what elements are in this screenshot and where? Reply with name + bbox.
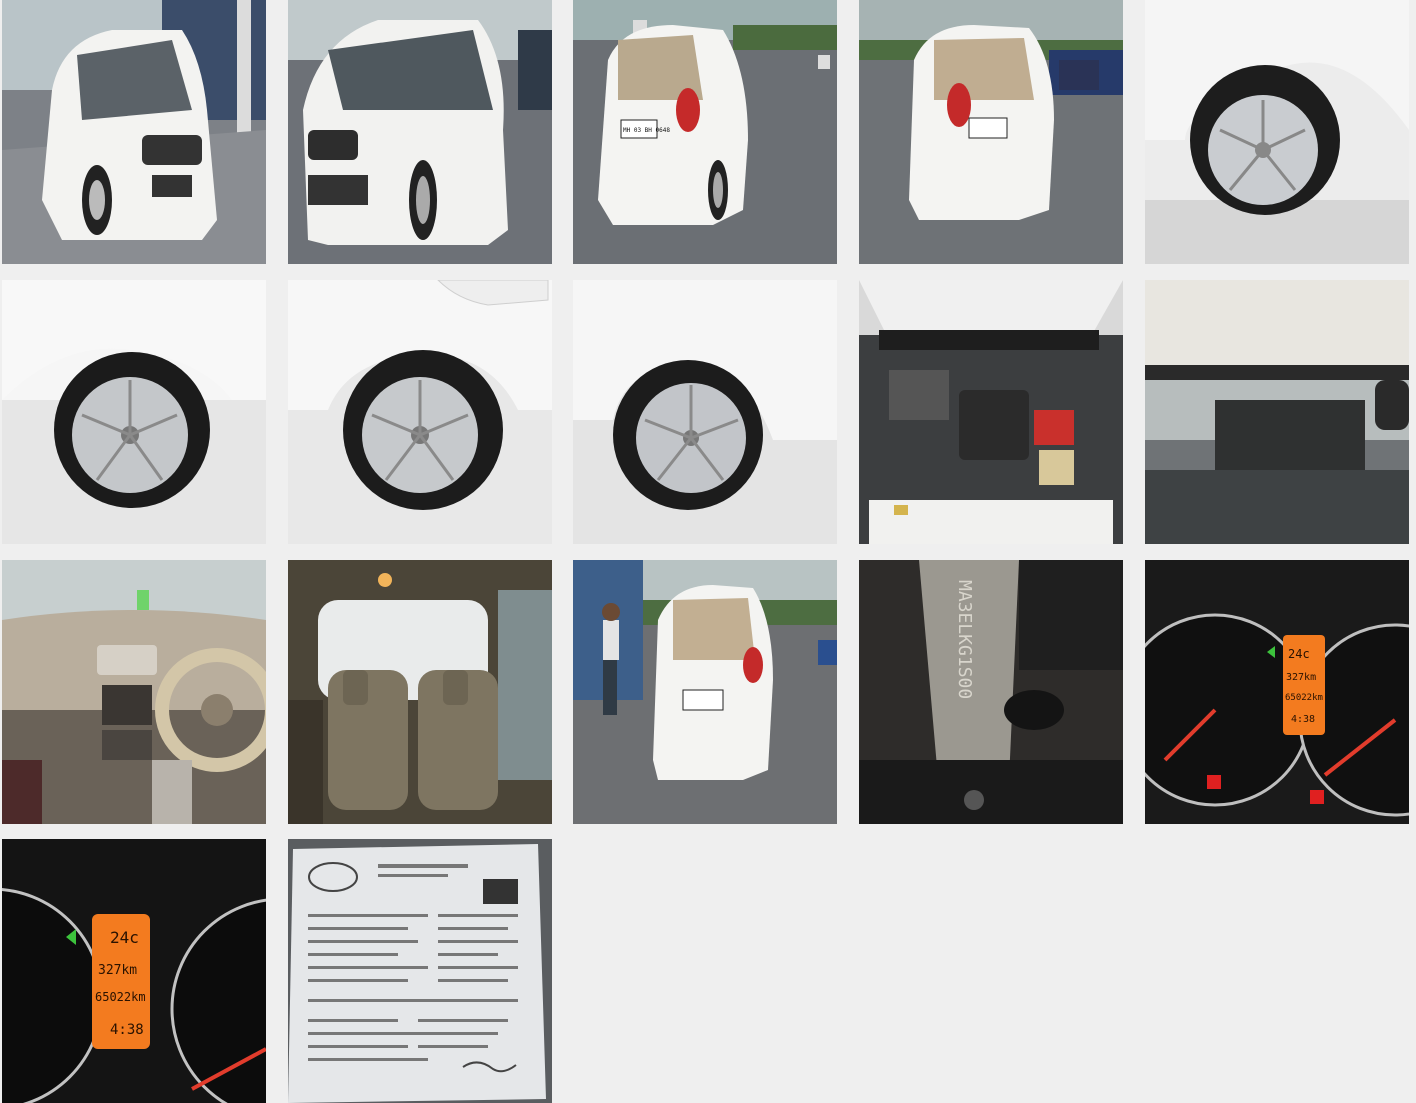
cluster-image: 24c 327km 65022km 4:38 <box>1145 560 1409 824</box>
car-front-left-image <box>2 0 266 264</box>
photo-thumbnail-dashboard-interior[interactable] <box>2 560 266 824</box>
underbody-image <box>1145 280 1409 544</box>
cluster-temperature: 24c <box>1288 647 1310 661</box>
photo-thumbnail-front-right-exterior[interactable] <box>288 0 552 264</box>
photo-thumbnail-rear-exterior-with-person[interactable] <box>573 560 837 824</box>
photo-thumbnail-rear-right-wheel[interactable] <box>573 280 837 544</box>
cluster-range: 327km <box>1286 672 1316 683</box>
chassis-stamp-image: MA3ELKG1S00 <box>859 560 1123 824</box>
photo-thumbnail-odometer-closeup[interactable]: 24c 327km 65022km 4:38 <box>2 839 266 1103</box>
photo-thumbnail-front-left-wheel[interactable] <box>2 280 266 544</box>
rear-seats-image <box>288 560 552 824</box>
document-image <box>288 839 552 1103</box>
odometer-temperature: 24c <box>110 928 139 947</box>
car-rear-image <box>859 0 1123 264</box>
odometer-value: 65022km <box>95 990 146 1004</box>
odometer-range: 327km <box>98 963 137 978</box>
odometer-image: 24c 327km 65022km 4:38 <box>2 839 266 1103</box>
photo-thumbnail-rear-seats-interior[interactable] <box>288 560 552 824</box>
photo-thumbnail-front-left-exterior[interactable] <box>2 0 266 264</box>
cluster-odometer: 65022km <box>1285 693 1323 703</box>
photo-thumbnail-rear-left-exterior[interactable]: MH 03 BH 0648 <box>573 0 837 264</box>
chassis-number-text: MA3ELKG1S00 <box>954 580 975 699</box>
photo-thumbnail-front-right-wheel[interactable] <box>1145 0 1409 264</box>
car-rear-person-image <box>573 560 837 824</box>
photo-thumbnail-registration-document[interactable] <box>288 839 552 1103</box>
photo-thumbnail-underbody[interactable] <box>1145 280 1409 544</box>
wheel-image <box>1145 0 1409 264</box>
photo-thumbnail-rear-exterior[interactable] <box>859 0 1123 264</box>
plate-text: MH 03 BH 0648 <box>623 127 670 134</box>
cluster-time: 4:38 <box>1291 714 1315 725</box>
wheel-image <box>288 280 552 544</box>
wheel-image <box>573 280 837 544</box>
odometer-time: 4:38 <box>110 1022 144 1038</box>
photo-thumbnail-engine-bay[interactable] <box>859 280 1123 544</box>
dashboard-image <box>2 560 266 824</box>
photo-thumbnail-chassis-number-stamp[interactable]: MA3ELKG1S00 <box>859 560 1123 824</box>
photo-gallery: MH 03 BH 0648 MA3ELKG1S00 24c 327km 6502… <box>0 0 1416 1103</box>
photo-thumbnail-rear-left-wheel[interactable] <box>288 280 552 544</box>
wheel-image <box>2 280 266 544</box>
photo-thumbnail-instrument-cluster[interactable]: 24c 327km 65022km 4:38 <box>1145 560 1409 824</box>
engine-image <box>859 280 1123 544</box>
car-rear-left-image: MH 03 BH 0648 <box>573 0 837 264</box>
car-front-right-image <box>288 0 552 264</box>
